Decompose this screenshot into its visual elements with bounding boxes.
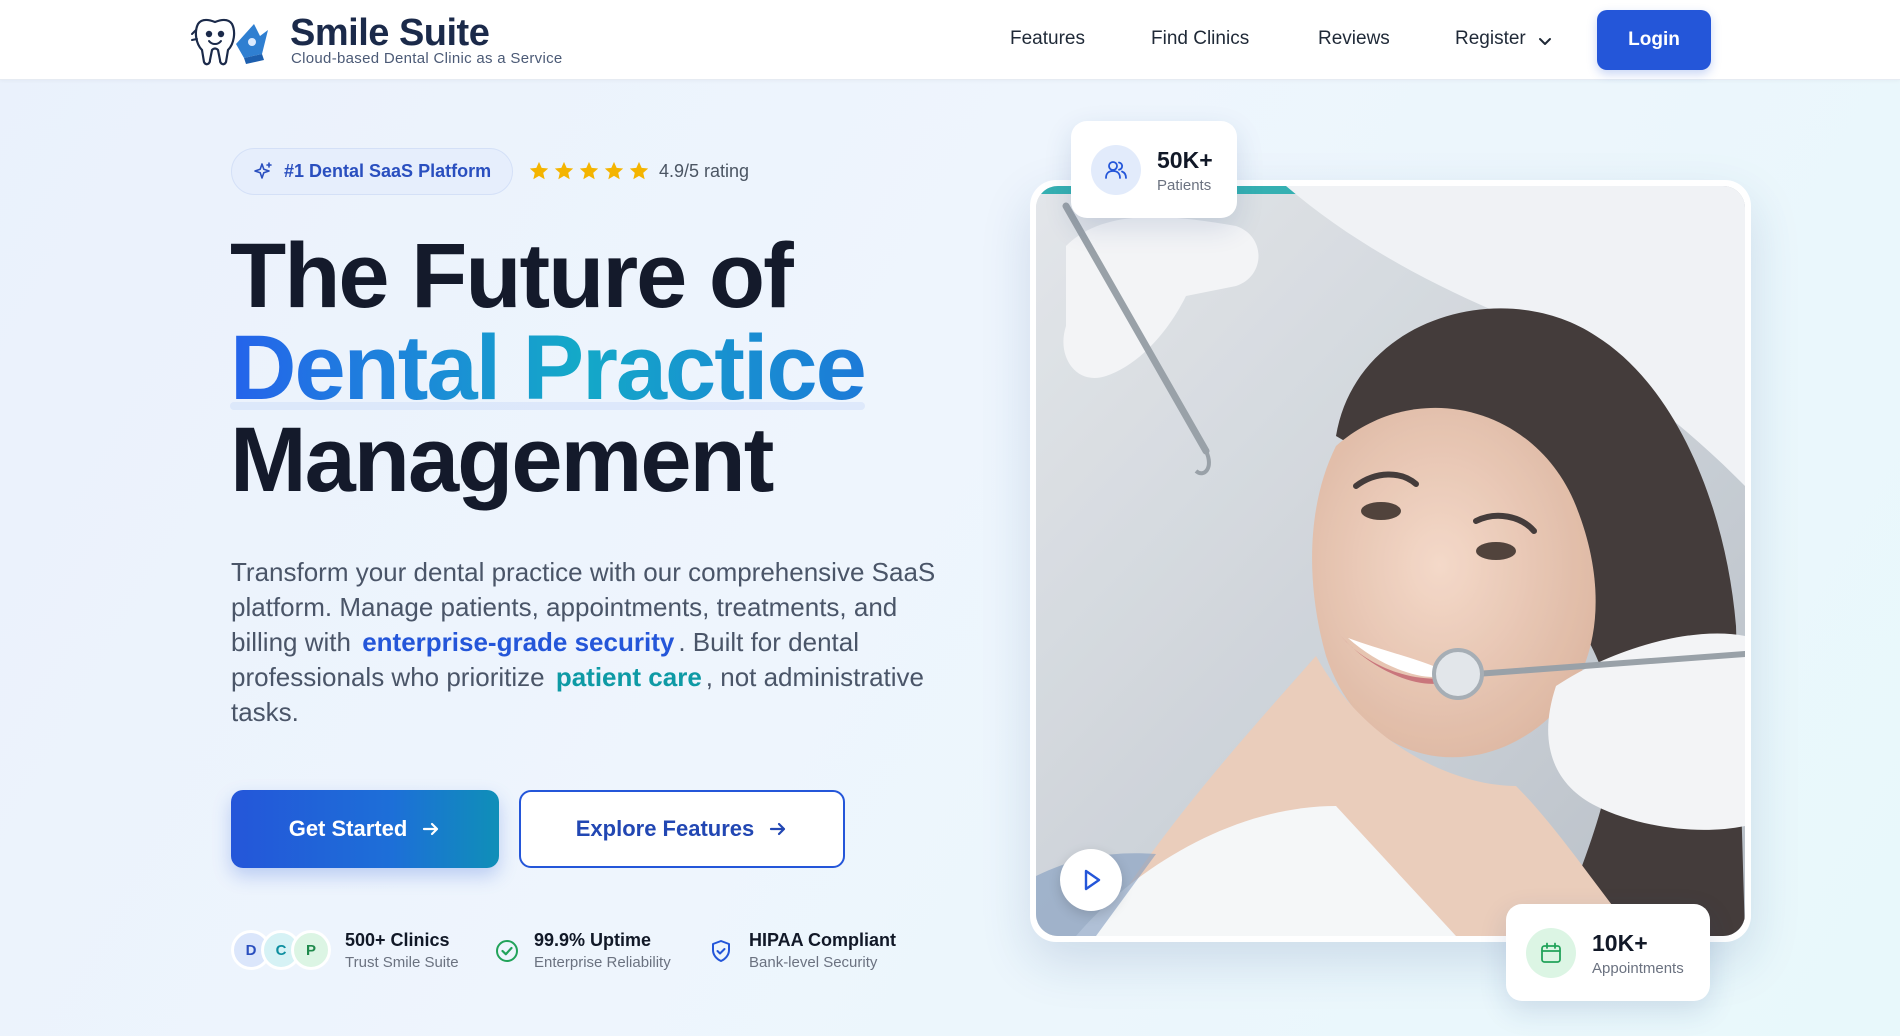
top-navigation-bar: Smile Suite Cloud-based Dental Clinic as… <box>0 0 1900 80</box>
play-video-button[interactable] <box>1060 849 1122 911</box>
hero-title-line-3: Management <box>230 409 774 511</box>
get-started-button[interactable]: Get Started <box>231 790 499 868</box>
rating-text: 4.9/5 rating <box>659 161 750 181</box>
star-icon <box>529 161 549 180</box>
smile-suite-logo-icon[interactable] <box>190 14 270 66</box>
appointments-stat-value: 10K+ <box>1592 930 1648 956</box>
patients-stat-card: 50K+ Patients <box>1071 121 1237 218</box>
calendar-icon <box>1526 928 1576 978</box>
sparkles-icon <box>252 161 274 183</box>
appointments-stat-label: Appointments <box>1592 960 1684 977</box>
nav-link-find-clinics[interactable]: Find Clinics <box>1151 28 1249 50</box>
patients-stat-value: 50K+ <box>1157 147 1213 173</box>
users-icon <box>1091 145 1141 195</box>
chevron-down-icon[interactable] <box>1536 32 1554 50</box>
highlight-security: enterprise-grade security <box>362 627 675 657</box>
hero-title: The Future of Dental Practice Management <box>230 225 867 511</box>
hero-photo-dental-patient <box>1036 186 1745 936</box>
hero-description: Transform your dental practice with our … <box>231 555 961 730</box>
nav-link-features[interactable]: Features <box>1010 28 1085 50</box>
patients-stat-label: Patients <box>1157 177 1212 194</box>
star-icon <box>604 161 624 180</box>
trust-clinics-subtitle: Trust Smile Suite <box>345 954 459 971</box>
avatar: P <box>291 930 331 970</box>
trust-uptime-title: 99.9% Uptime <box>534 930 652 950</box>
arrow-right-icon <box>423 822 439 836</box>
explore-features-label: Explore Features <box>575 816 755 841</box>
brand-name[interactable]: Smile Suite <box>290 12 490 55</box>
highlight-patient-care: patient care <box>555 662 702 692</box>
hero-title-line-1: The Future of <box>230 225 794 327</box>
badge-label: #1 Dental SaaS Platform <box>284 161 492 181</box>
arrow-right-icon <box>770 822 786 836</box>
trust-clinics-title: 500+ Clinics <box>345 930 450 950</box>
nav-link-register[interactable]: Register <box>1455 28 1526 50</box>
shield-check-icon <box>708 938 734 964</box>
play-icon <box>1084 869 1101 891</box>
appointments-stat-card: 10K+ Appointments <box>1506 904 1710 1001</box>
trust-uptime-subtitle: Enterprise Reliability <box>534 954 671 971</box>
hero-photo-frame <box>1030 180 1751 942</box>
rating-stars <box>528 160 650 182</box>
brand-tagline: Cloud-based Dental Clinic as a Service <box>291 50 563 67</box>
clinic-avatars: D C P <box>231 930 331 974</box>
get-started-label: Get Started <box>288 816 408 841</box>
star-icon <box>579 161 599 180</box>
check-circle-icon <box>494 938 520 964</box>
trust-hipaa-title: HIPAA Compliant <box>749 930 896 950</box>
star-icon <box>554 161 574 180</box>
trust-hipaa-subtitle: Bank-level Security <box>749 954 878 971</box>
hero-title-highlight: Dental Practice <box>230 317 867 419</box>
login-button[interactable]: Login <box>1597 10 1711 70</box>
explore-features-button[interactable]: Explore Features <box>519 790 845 868</box>
star-icon <box>629 161 649 180</box>
nav-link-reviews[interactable]: Reviews <box>1318 28 1390 50</box>
platform-badge: #1 Dental SaaS Platform <box>231 148 513 195</box>
